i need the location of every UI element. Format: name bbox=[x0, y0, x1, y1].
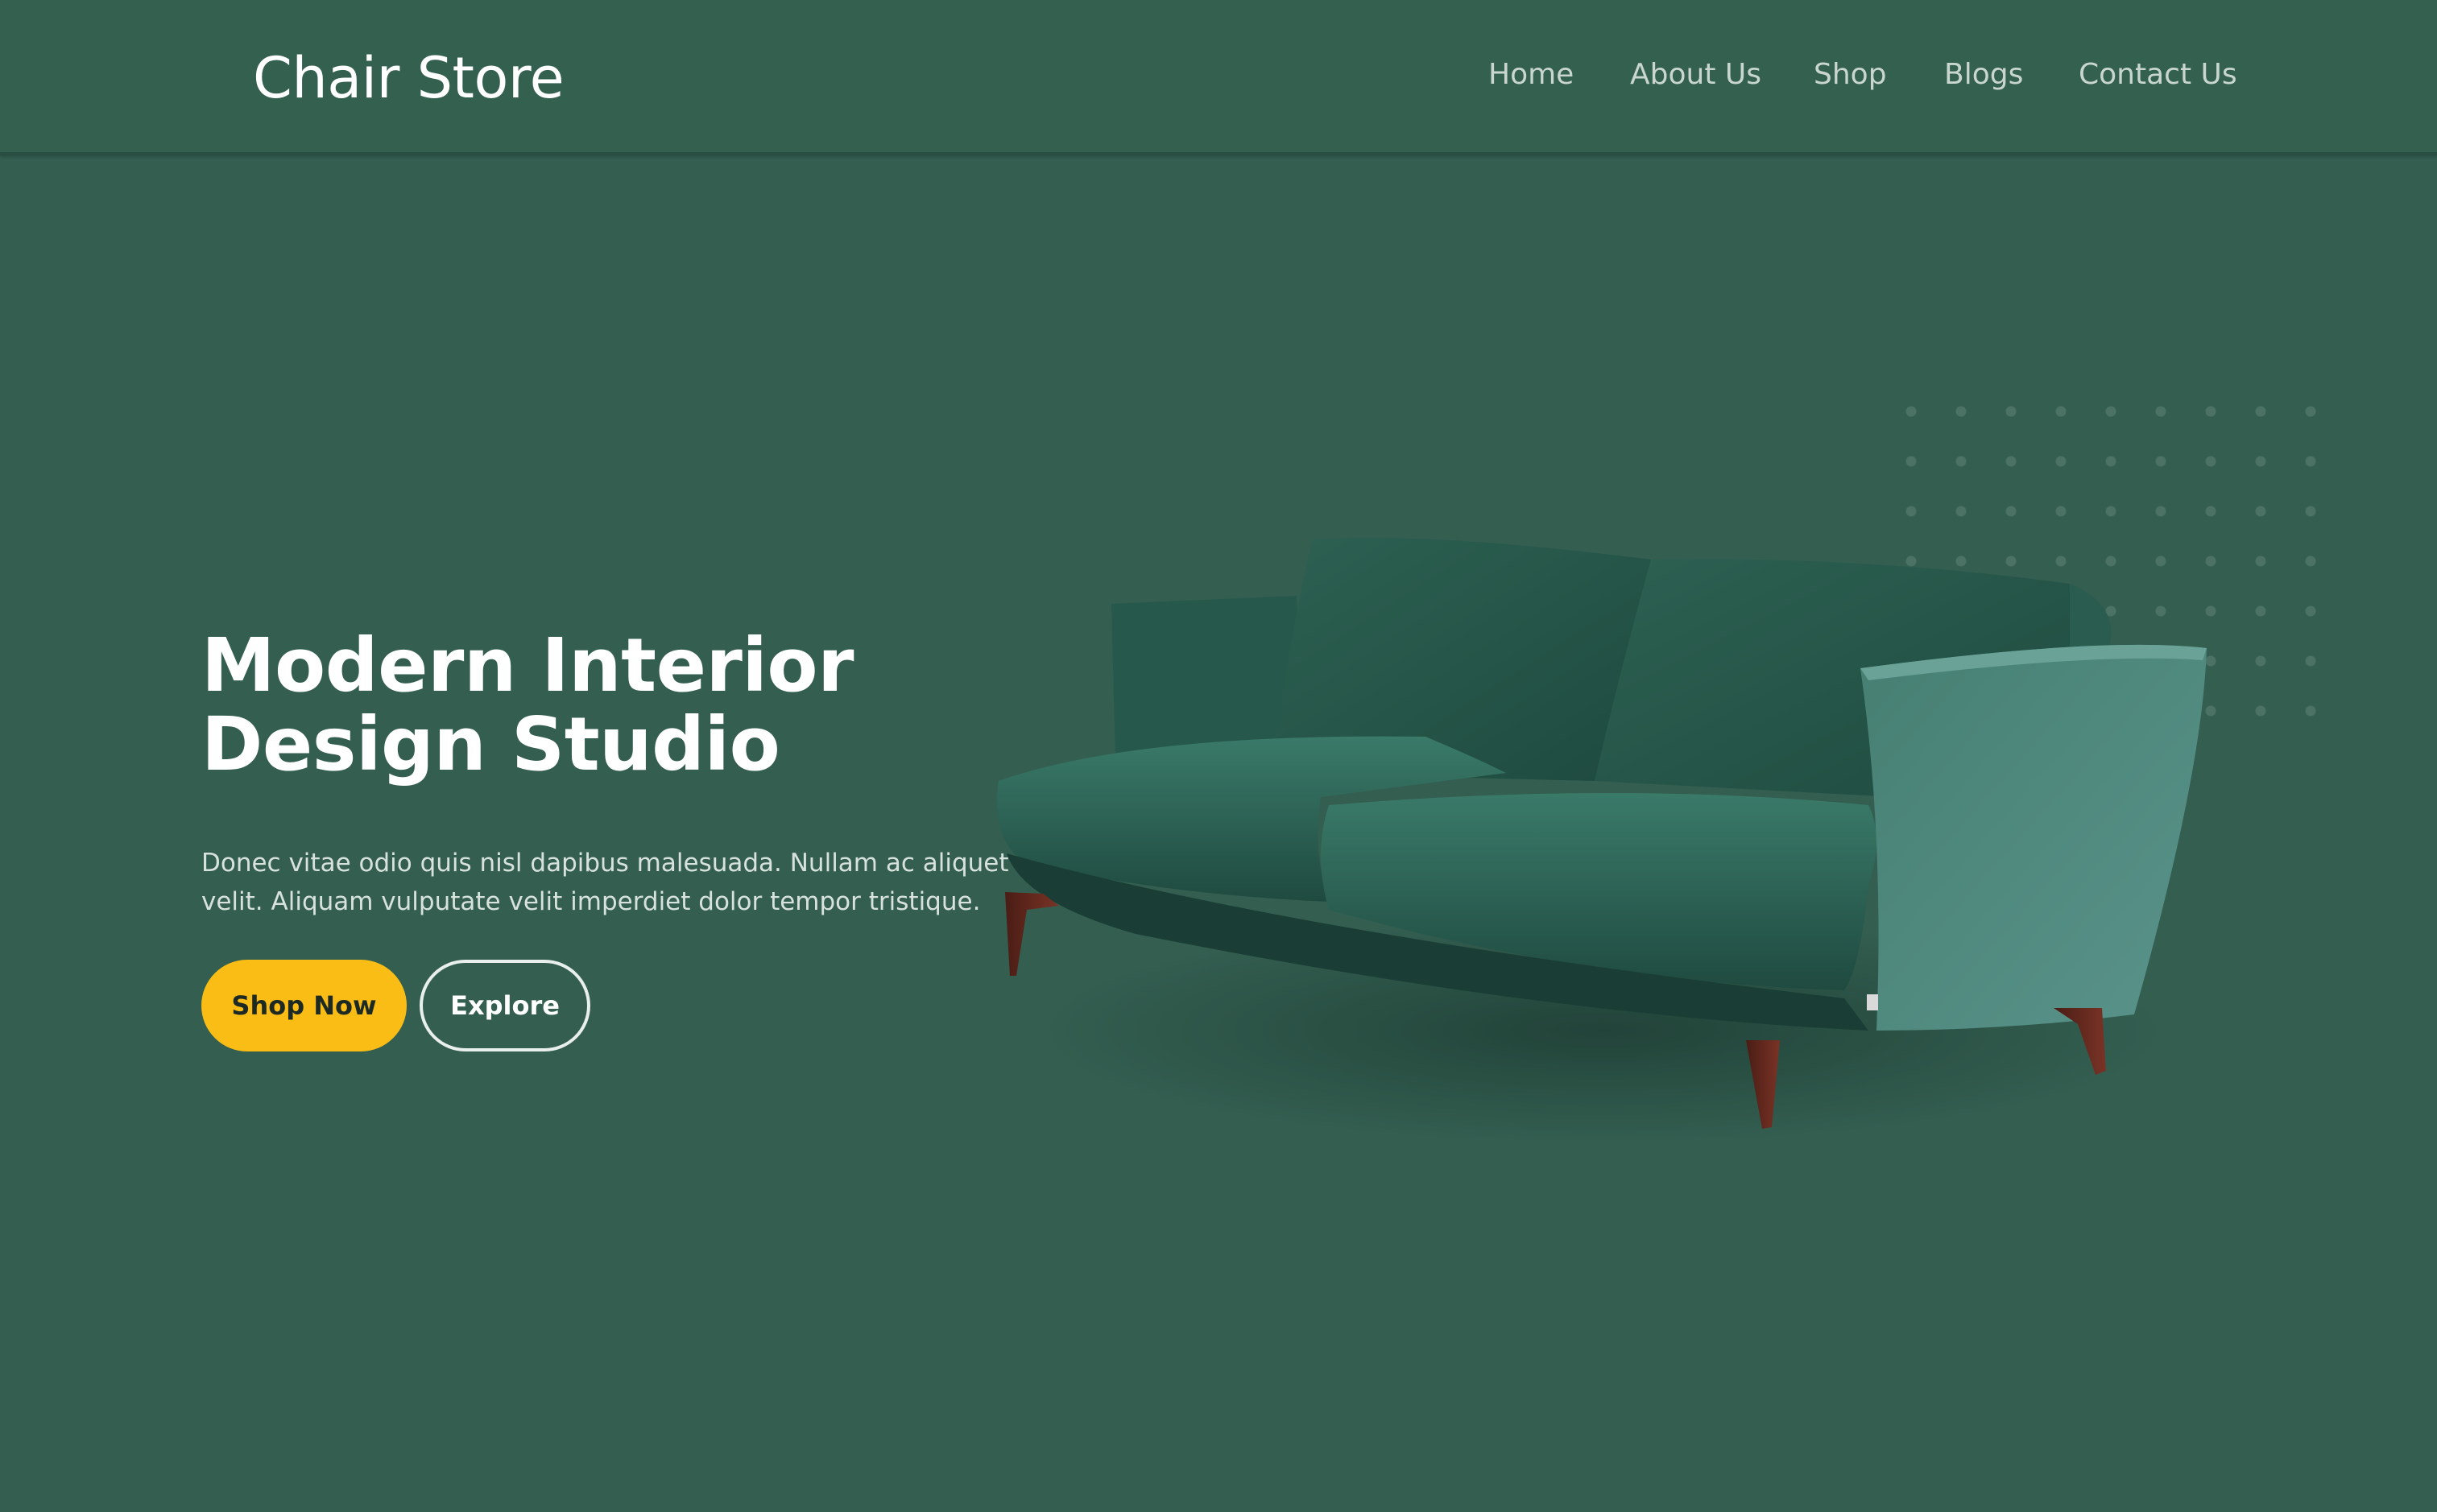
nav-shop-link[interactable]: Shop bbox=[1814, 58, 1887, 91]
nav-about-link[interactable]: About Us bbox=[1630, 58, 1761, 91]
main-nav: Home About Us Shop Blogs Contact Us bbox=[0, 58, 2437, 98]
nav-home-link[interactable]: Home bbox=[1488, 58, 1574, 91]
hero-description-line-1: Donec vitae odio quis nisl dapibus males… bbox=[201, 849, 1009, 878]
nav-contact-link[interactable]: Contact Us bbox=[2079, 58, 2237, 91]
hero-title-line-1: Modern Interior bbox=[201, 622, 854, 708]
hero-description: Donec vitae odio quis nisl dapibus males… bbox=[201, 844, 1009, 921]
site-header: Chair Store Home About Us Shop Blogs Con… bbox=[0, 0, 2437, 155]
hero-title: Modern Interior Design Studio bbox=[201, 626, 1007, 784]
explore-button[interactable]: Explore bbox=[420, 960, 590, 1051]
shop-now-button[interactable]: Shop Now bbox=[201, 960, 407, 1051]
page: Chair Store Home About Us Shop Blogs Con… bbox=[0, 0, 2437, 1512]
green-sofa-image bbox=[997, 537, 2207, 1143]
hero-title-line-2: Design Studio bbox=[201, 701, 780, 787]
nav-blogs-link[interactable]: Blogs bbox=[1944, 58, 2023, 91]
hero-description-line-2: velit. Aliquam vulputate velit imperdiet… bbox=[201, 887, 981, 916]
